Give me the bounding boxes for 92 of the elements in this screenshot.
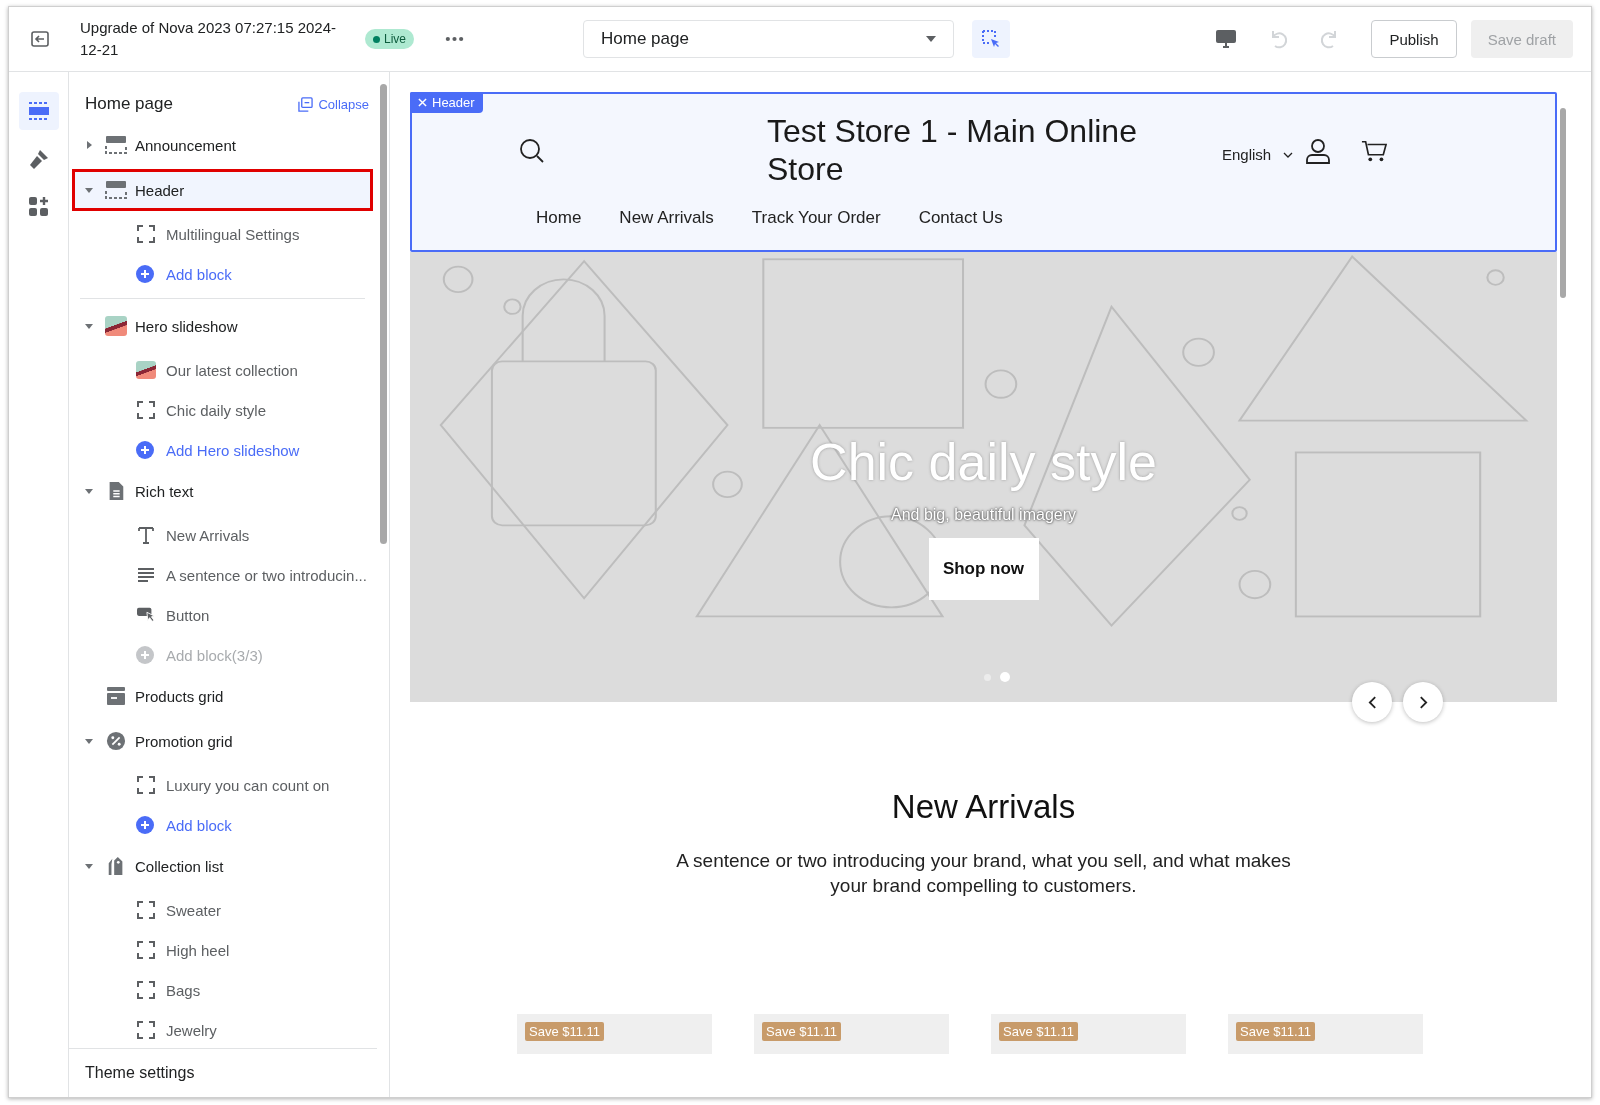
frame-icon — [136, 981, 156, 999]
block-item[interactable]: Chic daily style — [72, 390, 373, 430]
add-block-link[interactable]: Add Hero slideshow — [72, 430, 306, 470]
hero-subtitle: And big, beautiful imagery — [891, 506, 1076, 524]
sections-tab[interactable] — [18, 92, 59, 130]
apps-icon — [27, 196, 50, 218]
block-item[interactable]: High heel — [72, 930, 373, 970]
account-icon[interactable] — [1305, 138, 1332, 164]
page-select[interactable]: Home page — [583, 20, 954, 58]
section-item[interactable]: Rich text — [72, 470, 373, 512]
scrollbar-thumb[interactable] — [380, 84, 387, 544]
section-description: A sentence or two introducing your brand, what you sell, and what makes your brand compelling to customers. — [675, 849, 1292, 898]
text-icon — [136, 526, 156, 544]
layout-icon — [105, 180, 127, 200]
plus-circle-icon — [136, 646, 154, 664]
frame-icon — [136, 901, 156, 919]
nav-link[interactable]: Track Your Order — [751, 208, 881, 228]
button-cursor-icon — [136, 606, 156, 624]
section-item[interactable]: Announcement — [72, 124, 373, 166]
caret-icon[interactable] — [85, 141, 93, 149]
block-item[interactable]: Bags — [72, 970, 373, 1010]
block-item[interactable]: Multilingual Settings — [72, 214, 373, 254]
live-status-badge: Live — [365, 29, 414, 49]
section-heading: New Arrivals — [891, 788, 1076, 826]
slide-dot[interactable] — [999, 672, 1010, 682]
theme-title: Upgrade of Nova 2023 07:27:15 2024-12-21 — [80, 18, 338, 60]
caret-icon[interactable] — [85, 322, 93, 330]
caret-icon[interactable] — [85, 186, 93, 194]
add-block-link[interactable]: Add block — [72, 254, 238, 294]
frame-icon — [136, 401, 156, 419]
collapse-button[interactable]: Collapse — [298, 96, 369, 112]
scrollbar-thumb[interactable] — [1560, 108, 1566, 298]
section-item[interactable]: Collection list — [72, 845, 373, 887]
caret-icon[interactable] — [85, 487, 93, 495]
thumbnail-image — [105, 316, 127, 336]
block-item[interactable]: Luxury you can count on — [72, 765, 373, 805]
inspect-button[interactable] — [972, 20, 1010, 58]
close-icon[interactable] — [418, 98, 427, 107]
block-item[interactable]: Button — [72, 595, 373, 635]
layout-icon — [105, 135, 127, 155]
plus-circle-icon — [136, 265, 154, 283]
frame-icon — [136, 941, 156, 959]
block-item[interactable]: Our latest collection — [72, 350, 373, 390]
plus-circle-icon — [136, 816, 154, 834]
nav-link[interactable]: New Arrivals — [619, 208, 714, 228]
frame-icon — [136, 1021, 156, 1039]
frame-icon — [136, 225, 156, 243]
previous-slide-button[interactable] — [1352, 682, 1392, 722]
block-item[interactable]: New Arrivals — [72, 515, 373, 555]
discount-badge: Save $11.11 — [762, 1022, 842, 1041]
percent-badge-icon — [105, 731, 127, 751]
paragraph-icon — [136, 566, 156, 584]
thumbnail-image — [136, 361, 156, 379]
store-header-section[interactable]: Header Test Store 1 - Main Online Store English Home New Arrivals Track Your Order Contact Us — [410, 92, 1557, 252]
more-icon[interactable] — [445, 36, 464, 42]
section-item[interactable]: Header — [72, 169, 373, 211]
block-item[interactable]: Sweater — [72, 890, 373, 930]
paintbrush-icon — [27, 148, 50, 170]
section-item[interactable]: Products grid — [72, 675, 373, 717]
store-name[interactable]: Test Store 1 - Main Online Store — [767, 112, 1167, 188]
block-item[interactable]: Jewelry — [72, 1010, 373, 1048]
section-item[interactable]: Promotion grid — [72, 720, 373, 762]
layout-icon — [27, 101, 50, 121]
add-block-link[interactable]: Add block — [72, 805, 238, 845]
plus-circle-icon — [136, 441, 154, 459]
caret-icon — [926, 36, 936, 42]
chevron-right-icon — [1418, 695, 1428, 709]
select-cursor-icon — [981, 29, 1001, 49]
publish-button[interactable]: Publish — [1371, 20, 1457, 58]
shop-now-button[interactable]: Shop now — [928, 538, 1039, 600]
chevron-left-icon — [1367, 695, 1377, 709]
exit-icon[interactable] — [30, 29, 50, 49]
collapse-icon — [298, 96, 314, 112]
search-icon[interactable] — [519, 138, 545, 164]
theme-settings-label[interactable]: Theme settings — [85, 1064, 195, 1082]
block-item[interactable]: A sentence or two introducin... — [72, 555, 373, 595]
nav-link[interactable]: Contact Us — [918, 208, 1003, 228]
language-select[interactable]: English — [1222, 146, 1294, 163]
discount-badge: Save $11.11 — [525, 1022, 605, 1041]
nav-link[interactable]: Home — [536, 208, 582, 228]
caret-icon[interactable] — [85, 862, 93, 870]
chevron-down-icon — [1283, 151, 1294, 158]
desktop-icon[interactable] — [1215, 28, 1238, 50]
section-item[interactable]: Hero slideshow — [72, 305, 373, 347]
discount-badge: Save $11.11 — [1236, 1022, 1316, 1041]
caret-icon[interactable] — [85, 737, 93, 745]
cart-icon[interactable] — [1361, 138, 1388, 164]
selected-section-label: Header — [410, 92, 483, 113]
discount-badge: Save $11.11 — [999, 1022, 1079, 1041]
archive-icon — [105, 686, 127, 706]
frame-icon — [136, 776, 156, 794]
sidebar-title: Home page — [85, 94, 173, 114]
